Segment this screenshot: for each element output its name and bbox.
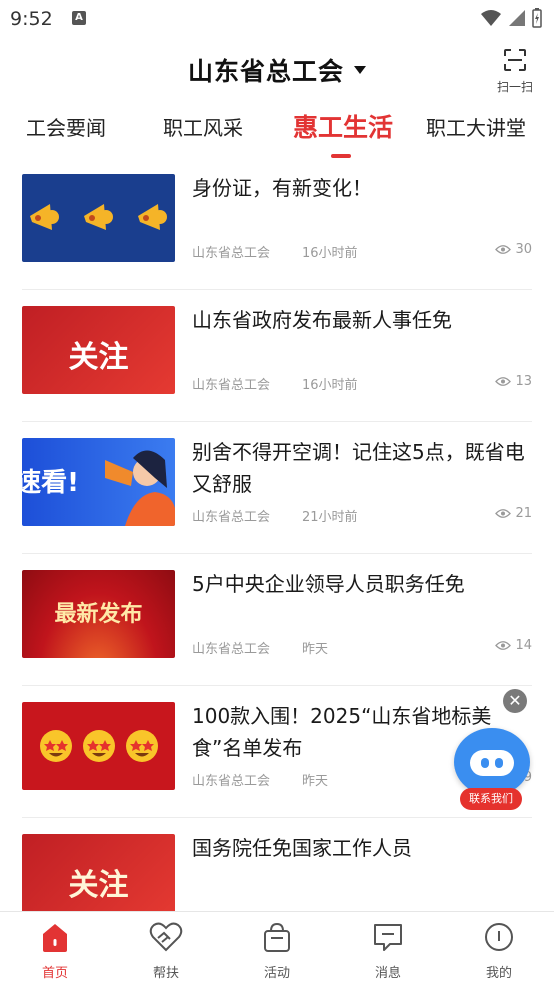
scan-button[interactable]: 扫一扫 bbox=[490, 44, 540, 94]
article-source: 山东省总工会 bbox=[192, 246, 271, 261]
close-assistant-button[interactable]: ✕ bbox=[503, 689, 527, 713]
article-views: 14 bbox=[495, 638, 532, 653]
article-source: 山东省总工会 bbox=[192, 378, 271, 393]
wifi-icon bbox=[481, 10, 501, 26]
article-title: 山东省政府发布最新人事任免 bbox=[192, 308, 452, 332]
robot-eye bbox=[481, 758, 489, 768]
tab-worker-lecture[interactable]: 职工大讲堂 bbox=[426, 112, 526, 141]
tab-worker-style[interactable]: 职工风采 bbox=[163, 112, 243, 141]
article-thumbnail: 关注 bbox=[22, 306, 175, 394]
thumbnail-caption: 关注 bbox=[68, 868, 129, 903]
article-time: 昨天 bbox=[302, 774, 329, 789]
article-views: 30 bbox=[495, 242, 532, 257]
contact-assistant-button[interactable]: 联系我们 bbox=[452, 728, 532, 812]
article-title: 别舍不得开空调！记住这5点，既省电又舒服 bbox=[192, 440, 525, 496]
nav-messages-label: 消息 bbox=[374, 966, 401, 981]
nav-profile[interactable]: 我的 bbox=[459, 920, 539, 981]
list-item[interactable]: 关注 国务院任免国家工作人员 bbox=[22, 818, 532, 911]
article-title: 国务院任免国家工作人员 bbox=[192, 836, 412, 860]
list-item[interactable]: 身份证，有新变化！ 山东省总工会 16小时前 30 bbox=[22, 164, 532, 290]
nav-activities[interactable]: 活动 bbox=[237, 920, 317, 981]
article-time: 21小时前 bbox=[302, 510, 358, 525]
eye-icon bbox=[495, 245, 512, 254]
message-icon bbox=[374, 924, 402, 951]
scan-icon bbox=[504, 49, 526, 71]
page-title: 山东省总工会 bbox=[187, 57, 344, 86]
tab-welfare-life[interactable]: 惠工生活 bbox=[293, 108, 393, 144]
signal-icon bbox=[509, 10, 525, 26]
eye-icon bbox=[495, 377, 512, 386]
battery-icon bbox=[532, 8, 542, 28]
org-selector[interactable]: 山东省总工会 bbox=[0, 52, 554, 88]
article-source: 山东省总工会 bbox=[192, 642, 271, 657]
app-header: 山东省总工会 扫一扫 bbox=[0, 40, 554, 104]
article-views: 13 bbox=[495, 374, 532, 389]
article-source: 山东省总工会 bbox=[192, 510, 271, 525]
megaphone-icon bbox=[30, 204, 167, 230]
contact-us-label: 联系我们 bbox=[460, 788, 522, 810]
list-item[interactable]: 关注 山东省政府发布最新人事任免 山东省总工会 16小时前 13 bbox=[22, 290, 532, 422]
article-title: 身份证，有新变化！ bbox=[192, 176, 372, 200]
article-thumbnail bbox=[22, 702, 175, 790]
article-time: 昨天 bbox=[302, 642, 329, 657]
profile-icon bbox=[485, 923, 513, 951]
status-bar: 9:52 A bbox=[0, 0, 554, 40]
view-count: 30 bbox=[515, 242, 532, 257]
eye-icon bbox=[495, 509, 512, 518]
article-thumbnail: 最新发布 bbox=[22, 570, 175, 658]
tab-union-news[interactable]: 工会要闻 bbox=[26, 112, 106, 141]
gift-bag-icon bbox=[264, 922, 290, 952]
list-item[interactable]: 最新发布 5户中央企业领导人员职务任免 山东省总工会 昨天 14 bbox=[22, 554, 532, 686]
thumbnail-caption: 速看! bbox=[22, 468, 79, 498]
article-source: 山东省总工会 bbox=[192, 774, 271, 789]
category-tabs: 工会要闻 职工风采 惠工生活 职工大讲堂 bbox=[0, 104, 554, 164]
star-struck-emoji-icon bbox=[40, 730, 158, 762]
robot-eye bbox=[495, 758, 503, 768]
nav-home-label: 首页 bbox=[41, 966, 68, 981]
active-tab-indicator bbox=[331, 154, 351, 158]
nav-profile-label: 我的 bbox=[485, 966, 512, 981]
list-item[interactable]: 速看! 别舍不得开空调！记住这5点，既省电又舒服 山东省总工会 21小时前 21 bbox=[22, 422, 532, 554]
caret-down-icon bbox=[354, 66, 366, 74]
robot-face bbox=[470, 750, 514, 776]
article-thumbnail: 关注 bbox=[22, 834, 175, 911]
status-time: 9:52 bbox=[10, 8, 53, 30]
scan-label: 扫一扫 bbox=[496, 80, 533, 94]
nav-assist[interactable]: 帮扶 bbox=[126, 920, 206, 981]
article-time: 16小时前 bbox=[302, 378, 358, 393]
view-count: 21 bbox=[515, 506, 532, 521]
thumbnail-caption: 最新发布 bbox=[54, 602, 143, 627]
view-count: 13 bbox=[515, 374, 532, 389]
article-title: 5户中央企业领导人员职务任免 bbox=[192, 572, 465, 596]
article-views: 21 bbox=[495, 506, 532, 521]
article-time: 16小时前 bbox=[302, 246, 358, 261]
notification-a-icon: A bbox=[72, 11, 86, 25]
person-megaphone-illustration bbox=[105, 450, 175, 526]
nav-home[interactable]: 首页 bbox=[15, 920, 95, 981]
view-count: 14 bbox=[515, 638, 532, 653]
heart-handshake-icon bbox=[149, 922, 183, 952]
robot-avatar-icon bbox=[454, 728, 530, 796]
close-icon: ✕ bbox=[508, 691, 522, 710]
nav-activities-label: 活动 bbox=[263, 966, 290, 981]
bottom-nav: 首页 帮扶 活动 消息 我的 bbox=[0, 911, 554, 985]
eye-icon bbox=[495, 641, 512, 650]
article-thumbnail: 速看! bbox=[22, 438, 175, 526]
nav-messages[interactable]: 消息 bbox=[348, 920, 428, 981]
status-indicators bbox=[480, 8, 542, 28]
home-icon bbox=[43, 924, 67, 952]
thumbnail-caption: 关注 bbox=[68, 340, 129, 375]
article-thumbnail bbox=[22, 174, 175, 262]
nav-assist-label: 帮扶 bbox=[152, 966, 179, 981]
